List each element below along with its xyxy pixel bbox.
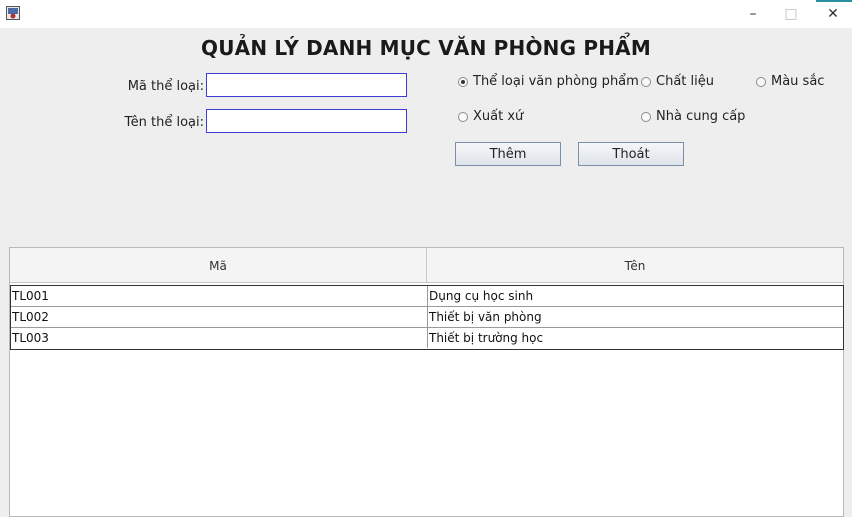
- radio-unchecked-icon: [756, 76, 766, 87]
- table-row[interactable]: TL001 Dụng cụ học sinh: [11, 286, 843, 307]
- table-row[interactable]: TL003 Thiết bị trường học: [11, 328, 843, 349]
- cell-code: TL001: [12, 286, 428, 306]
- main-panel: QUẢN LÝ DANH MỤC VĂN PHÒNG PHẨM Mã thể l…: [0, 28, 852, 517]
- cell-code: TL003: [12, 328, 428, 348]
- column-header-name[interactable]: Tên: [427, 248, 843, 283]
- radio-supplier[interactable]: Nhà cung cấp: [641, 109, 745, 124]
- table-row[interactable]: TL002 Thiết bị văn phòng: [11, 307, 843, 328]
- cell-name: Thiết bị trường học: [429, 331, 544, 345]
- radio-label: Màu sắc: [771, 74, 825, 89]
- minimize-button[interactable]: –: [736, 0, 770, 28]
- radio-checked-icon: [458, 76, 468, 87]
- code-label: Mã thể loại:: [127, 79, 204, 94]
- radio-origin[interactable]: Xuất xứ: [458, 109, 523, 124]
- close-button[interactable]: ✕: [816, 0, 850, 28]
- app-window: – □ ✕ QUẢN LÝ DANH MỤC VĂN PHÒNG PHẨM Mã…: [0, 0, 852, 517]
- radio-label: Xuất xứ: [473, 109, 524, 124]
- radio-label: Nhà cung cấp: [656, 109, 746, 124]
- radio-label: Thể loại văn phòng phẩm: [473, 74, 639, 89]
- page-title: QUẢN LÝ DANH MỤC VĂN PHÒNG PHẨM: [201, 36, 651, 60]
- java-app-icon: [6, 6, 20, 20]
- column-header-code[interactable]: Mã: [10, 248, 427, 283]
- radio-unchecked-icon: [641, 76, 651, 87]
- data-table[interactable]: Mã Tên TL001 Dụng cụ học sinh TL002 Thiế…: [9, 247, 844, 517]
- radio-color[interactable]: Màu sắc: [756, 74, 824, 89]
- radio-unchecked-icon: [458, 111, 468, 122]
- cell-name: Thiết bị văn phòng: [429, 310, 542, 324]
- radio-category-type[interactable]: Thể loại văn phòng phẩm: [458, 74, 639, 89]
- title-bar: – □ ✕: [0, 0, 852, 28]
- name-label: Tên thể loại:: [124, 115, 204, 130]
- radio-unchecked-icon: [641, 111, 651, 122]
- radio-material[interactable]: Chất liệu: [641, 74, 714, 89]
- table-body: TL001 Dụng cụ học sinh TL002 Thiết bị vă…: [10, 285, 844, 350]
- cell-name: Dụng cụ học sinh: [429, 289, 534, 303]
- add-button[interactable]: Thêm: [455, 142, 561, 166]
- exit-button[interactable]: Thoát: [578, 142, 684, 166]
- cell-code: TL002: [12, 307, 428, 327]
- radio-label: Chất liệu: [656, 74, 714, 89]
- name-input[interactable]: [206, 109, 407, 133]
- maximize-button[interactable]: □: [774, 0, 808, 28]
- title-accent-strip: [816, 0, 852, 2]
- table-header: Mã Tên: [10, 248, 843, 283]
- code-input[interactable]: [206, 73, 407, 97]
